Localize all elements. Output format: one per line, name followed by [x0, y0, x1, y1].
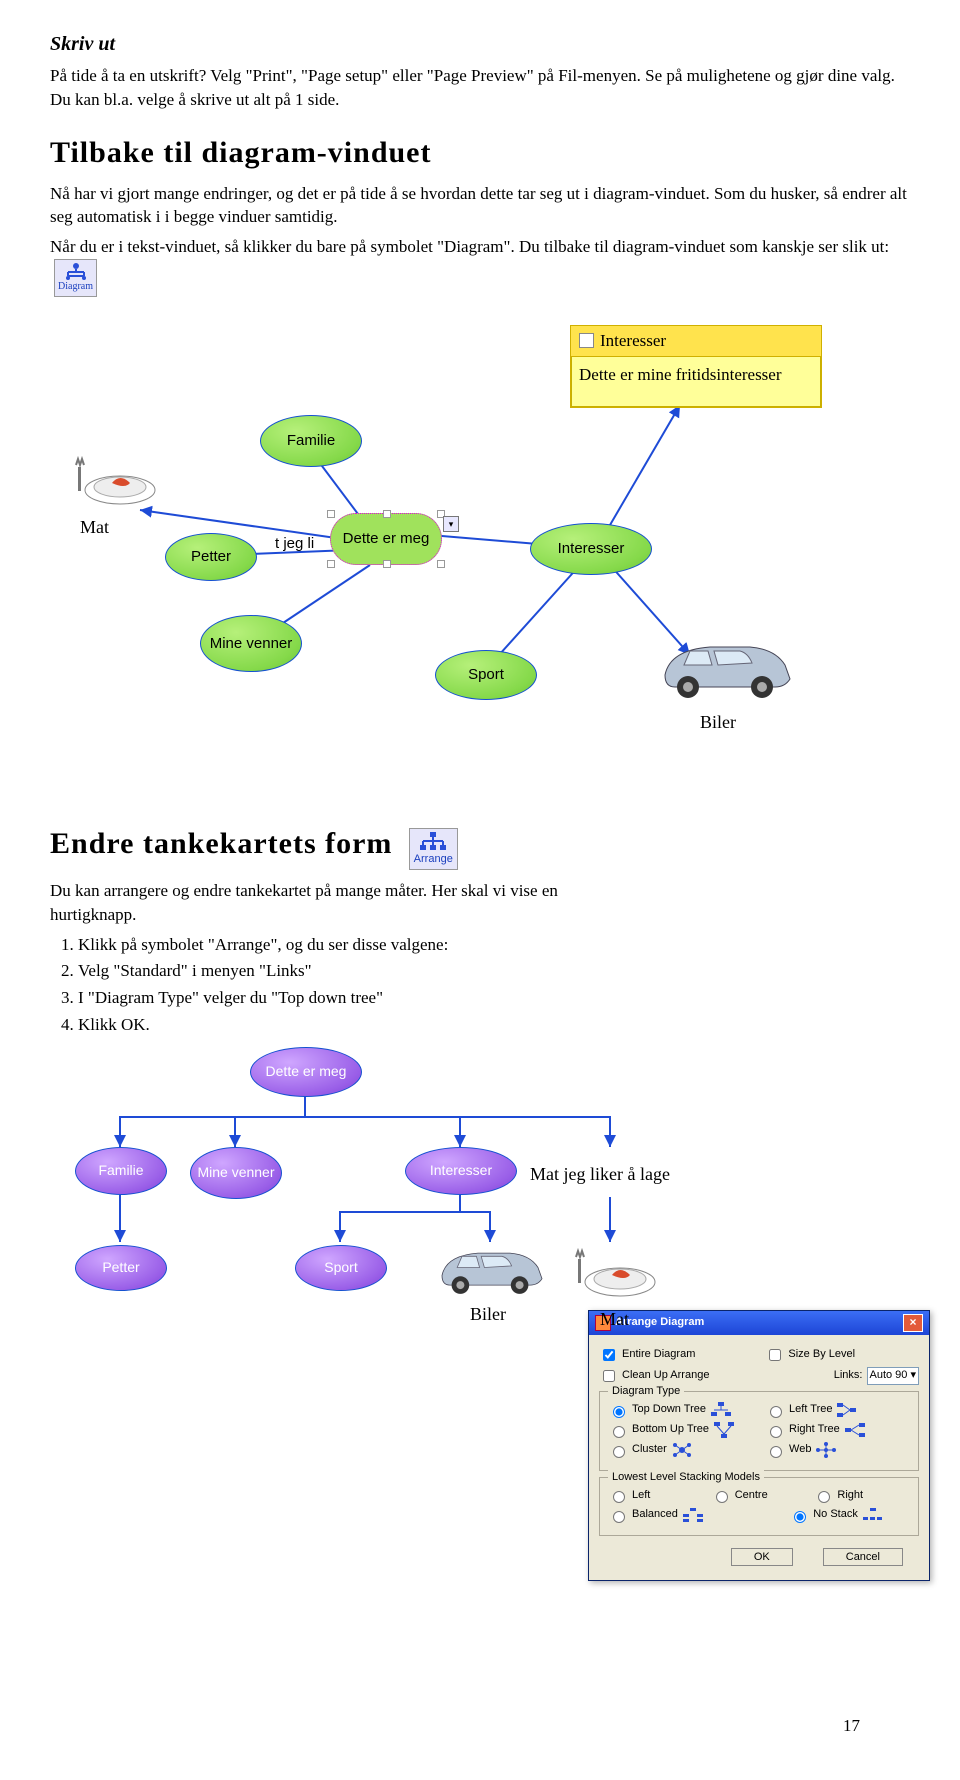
node-familie[interactable]: Familie — [260, 415, 362, 467]
page-number: 17 — [843, 1714, 860, 1738]
tree-mat-link-label: Mat jeg liker å lage — [530, 1162, 670, 1187]
skriv-ut-heading: Skriv ut — [50, 30, 910, 58]
step-2: Velg "Standard" i menyen "Links" — [78, 959, 578, 983]
links-select[interactable]: Auto 90 ▾ — [867, 1367, 920, 1384]
mat-label: Mat — [80, 515, 109, 540]
arrange-icon[interactable]: Arrange — [409, 828, 458, 870]
tree-mat-label: Mat — [600, 1307, 629, 1332]
entire-diagram-checkbox[interactable]: Entire Diagram — [599, 1346, 753, 1364]
endre-heading: Endre tankekartets form — [50, 823, 392, 865]
diagram-icon-label: Diagram — [58, 281, 93, 292]
tree-venner-node[interactable]: Mine venner — [190, 1147, 282, 1199]
node-sport[interactable]: Sport — [435, 650, 537, 700]
web-radio[interactable]: Web — [765, 1442, 910, 1458]
tilbake-heading: Tilbake til diagram-vinduet — [50, 132, 910, 174]
sticky-body-text: Dette er mine fritidsinteresser — [571, 357, 821, 407]
lefttree-radio[interactable]: Left Tree — [765, 1402, 910, 1418]
tree-plate-clipart — [570, 1247, 660, 1309]
result-tree-diagram: Dette er meg Familie Mine venner Interes… — [50, 1047, 670, 1347]
topdown-tree-icon — [710, 1402, 732, 1418]
cancel-button[interactable]: Cancel — [823, 1548, 903, 1566]
size-by-level-checkbox[interactable]: Size By Level — [765, 1346, 919, 1364]
node-petter[interactable]: Petter — [165, 533, 257, 581]
tree-petter-node[interactable]: Petter — [75, 1245, 167, 1291]
step-4: Klikk OK. — [78, 1013, 578, 1037]
tree-root-node[interactable]: Dette er meg — [250, 1047, 362, 1097]
mindmap-diagram: Mat Familie Petter t jeg li Dette er meg… — [50, 315, 850, 775]
node-center[interactable]: Dette er meg ▾ — [330, 513, 442, 565]
stack-right-radio[interactable]: Right — [813, 1488, 910, 1503]
bottomup-radio[interactable]: Bottom Up Tree — [608, 1422, 753, 1438]
links-label: Links: — [834, 1368, 863, 1383]
ok-button[interactable]: OK — [731, 1548, 793, 1566]
stacking-fieldset: Lowest Level Stacking Models Left Centre… — [599, 1477, 919, 1536]
tree-sport-node[interactable]: Sport — [295, 1245, 387, 1291]
node-venner[interactable]: Mine venner — [200, 615, 302, 672]
step-3: I "Diagram Type" velger du "Top down tre… — [78, 986, 578, 1010]
close-icon[interactable]: × — [903, 1314, 923, 1332]
bottomup-icon — [713, 1422, 735, 1438]
node-interesser[interactable]: Interesser — [530, 523, 652, 575]
endre-steps-list: Klikk på symbolet "Arrange", og du ser d… — [78, 933, 578, 1037]
biler-label: Biler — [700, 710, 736, 735]
stack-balanced-radio[interactable]: Balanced — [608, 1507, 729, 1522]
skriv-ut-body: På tide å ta en utskrift? Velg "Print", … — [50, 64, 910, 112]
web-icon — [815, 1442, 837, 1458]
arrange-icon-label: Arrange — [414, 853, 453, 865]
nostack-icon — [862, 1508, 884, 1522]
tilbake-p1: Nå har vi gjort mange endringer, og det … — [50, 182, 910, 230]
balanced-icon — [682, 1508, 704, 1522]
stack-left-radio[interactable]: Left — [608, 1488, 705, 1503]
topdown-radio[interactable]: Top Down Tree — [608, 1402, 753, 1418]
tree-interesser-node[interactable]: Interesser — [405, 1147, 517, 1195]
node-dropdown-icon[interactable]: ▾ — [443, 516, 459, 532]
tilbake-p2: Når du er i tekst-vinduet, så klikker du… — [50, 235, 910, 297]
stack-centre-radio[interactable]: Centre — [711, 1488, 808, 1503]
stack-nostack-radio[interactable]: No Stack — [789, 1507, 910, 1522]
car-clipart — [650, 625, 800, 712]
righttree-radio[interactable]: Right Tree — [765, 1422, 910, 1438]
sticky-note[interactable]: Interesser Dette er mine fritidsinteress… — [570, 325, 822, 408]
cluster-radio[interactable]: Cluster — [608, 1442, 753, 1458]
lefttree-icon — [836, 1402, 858, 1418]
center-partial-text: t jeg li — [275, 533, 314, 554]
tree-car-clipart — [430, 1235, 550, 1307]
cluster-icon — [671, 1442, 693, 1458]
tree-familie-node[interactable]: Familie — [75, 1147, 167, 1195]
plate-clipart — [70, 455, 160, 517]
diagram-type-legend: Diagram Type — [608, 1384, 684, 1399]
arrange-dialog: Arrange Diagram × Entire Diagram Size By… — [588, 1310, 930, 1581]
sticky-icon — [579, 333, 594, 348]
diagram-icon[interactable]: Diagram — [54, 259, 97, 297]
diagram-type-fieldset: Diagram Type Top Down Tree Left Tree Bot… — [599, 1391, 919, 1471]
stacking-legend: Lowest Level Stacking Models — [608, 1470, 764, 1485]
step-1: Klikk på symbolet "Arrange", og du ser d… — [78, 933, 578, 957]
endre-intro: Du kan arrangere og endre tankekartet på… — [50, 879, 590, 927]
cleanup-checkbox[interactable]: Clean Up Arrange — [599, 1367, 753, 1385]
sticky-title-text: Interesser — [600, 329, 666, 353]
tree-biler-label: Biler — [470, 1302, 506, 1327]
righttree-icon — [844, 1422, 866, 1438]
